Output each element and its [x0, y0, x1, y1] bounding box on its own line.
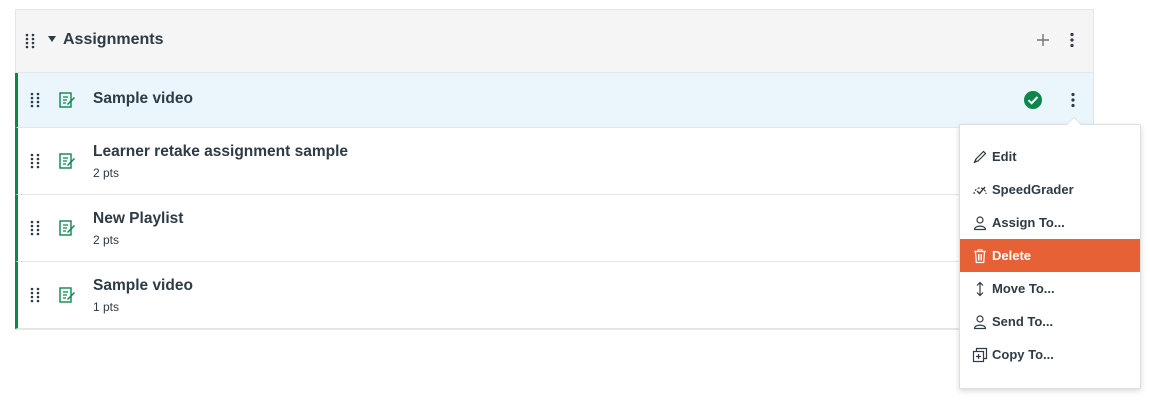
assignment-icon [59, 287, 75, 303]
move-icon [976, 281, 984, 296]
menu-item-edit[interactable]: Edit [960, 140, 1140, 173]
menu-item-label: Send To... [992, 314, 1054, 329]
trash-icon [974, 248, 986, 263]
assignment-icon [59, 153, 75, 169]
copy-icon [972, 347, 988, 362]
menu-item-label: SpeedGrader [992, 182, 1074, 197]
list-item[interactable]: Learner retake assignment sample 2 pts [15, 128, 1093, 195]
menu-item-label: Move To... [992, 281, 1055, 296]
add-item-icon[interactable] [1035, 32, 1051, 48]
module-title: Assignments [63, 31, 164, 48]
list-item[interactable]: Sample video 1 pts [15, 262, 1093, 329]
menu-item-move-to[interactable]: Move To... [960, 272, 1140, 305]
item-points: 2 pts [93, 233, 120, 247]
menu-pointer-inner [1067, 118, 1081, 125]
speedgrader-icon [973, 186, 987, 195]
item-points: 2 pts [93, 166, 120, 180]
menu-item-send-to[interactable]: Send To... [960, 305, 1140, 338]
user-send-icon [973, 314, 987, 329]
item-options-icon[interactable] [1068, 92, 1078, 108]
menu-item-label: Copy To... [992, 347, 1054, 362]
menu-item-speedgrader[interactable]: SpeedGrader [960, 173, 1140, 206]
item-title[interactable]: Learner retake assignment sample [93, 143, 348, 161]
drag-handle-icon[interactable] [30, 220, 40, 236]
drag-handle-icon[interactable] [30, 92, 40, 108]
item-title[interactable]: Sample video [93, 277, 193, 295]
published-check-icon[interactable] [1023, 90, 1043, 110]
user-icon [973, 215, 987, 230]
list-item[interactable]: New Playlist 2 pts [15, 195, 1093, 262]
menu-item-label: Assign To... [992, 215, 1065, 230]
drag-handle-icon[interactable] [30, 153, 40, 169]
assignment-icon [59, 92, 75, 108]
menu-item-delete[interactable]: Delete [960, 239, 1140, 272]
drag-handle-icon[interactable] [25, 33, 35, 49]
item-title[interactable]: Sample video [93, 90, 193, 108]
module-options-icon[interactable] [1067, 32, 1077, 48]
menu-item-copy-to[interactable]: Copy To... [960, 338, 1140, 371]
drag-handle-icon[interactable] [30, 287, 40, 303]
assignments-module: Assignments Sample video Learner retake … [15, 9, 1094, 330]
collapse-caret-icon[interactable] [48, 36, 56, 42]
item-options-menu: Edit SpeedGrader Assign To... Delete Mov… [959, 124, 1141, 389]
assignment-icon [59, 220, 75, 236]
menu-item-assign-to[interactable]: Assign To... [960, 206, 1140, 239]
menu-item-label: Delete [992, 248, 1032, 263]
list-item[interactable]: Sample video [15, 73, 1093, 128]
menu-item-label: Edit [992, 149, 1017, 164]
item-points: 1 pts [93, 300, 120, 314]
pencil-icon [973, 150, 987, 163]
module-header[interactable]: Assignments [16, 10, 1093, 73]
item-title[interactable]: New Playlist [93, 210, 183, 228]
